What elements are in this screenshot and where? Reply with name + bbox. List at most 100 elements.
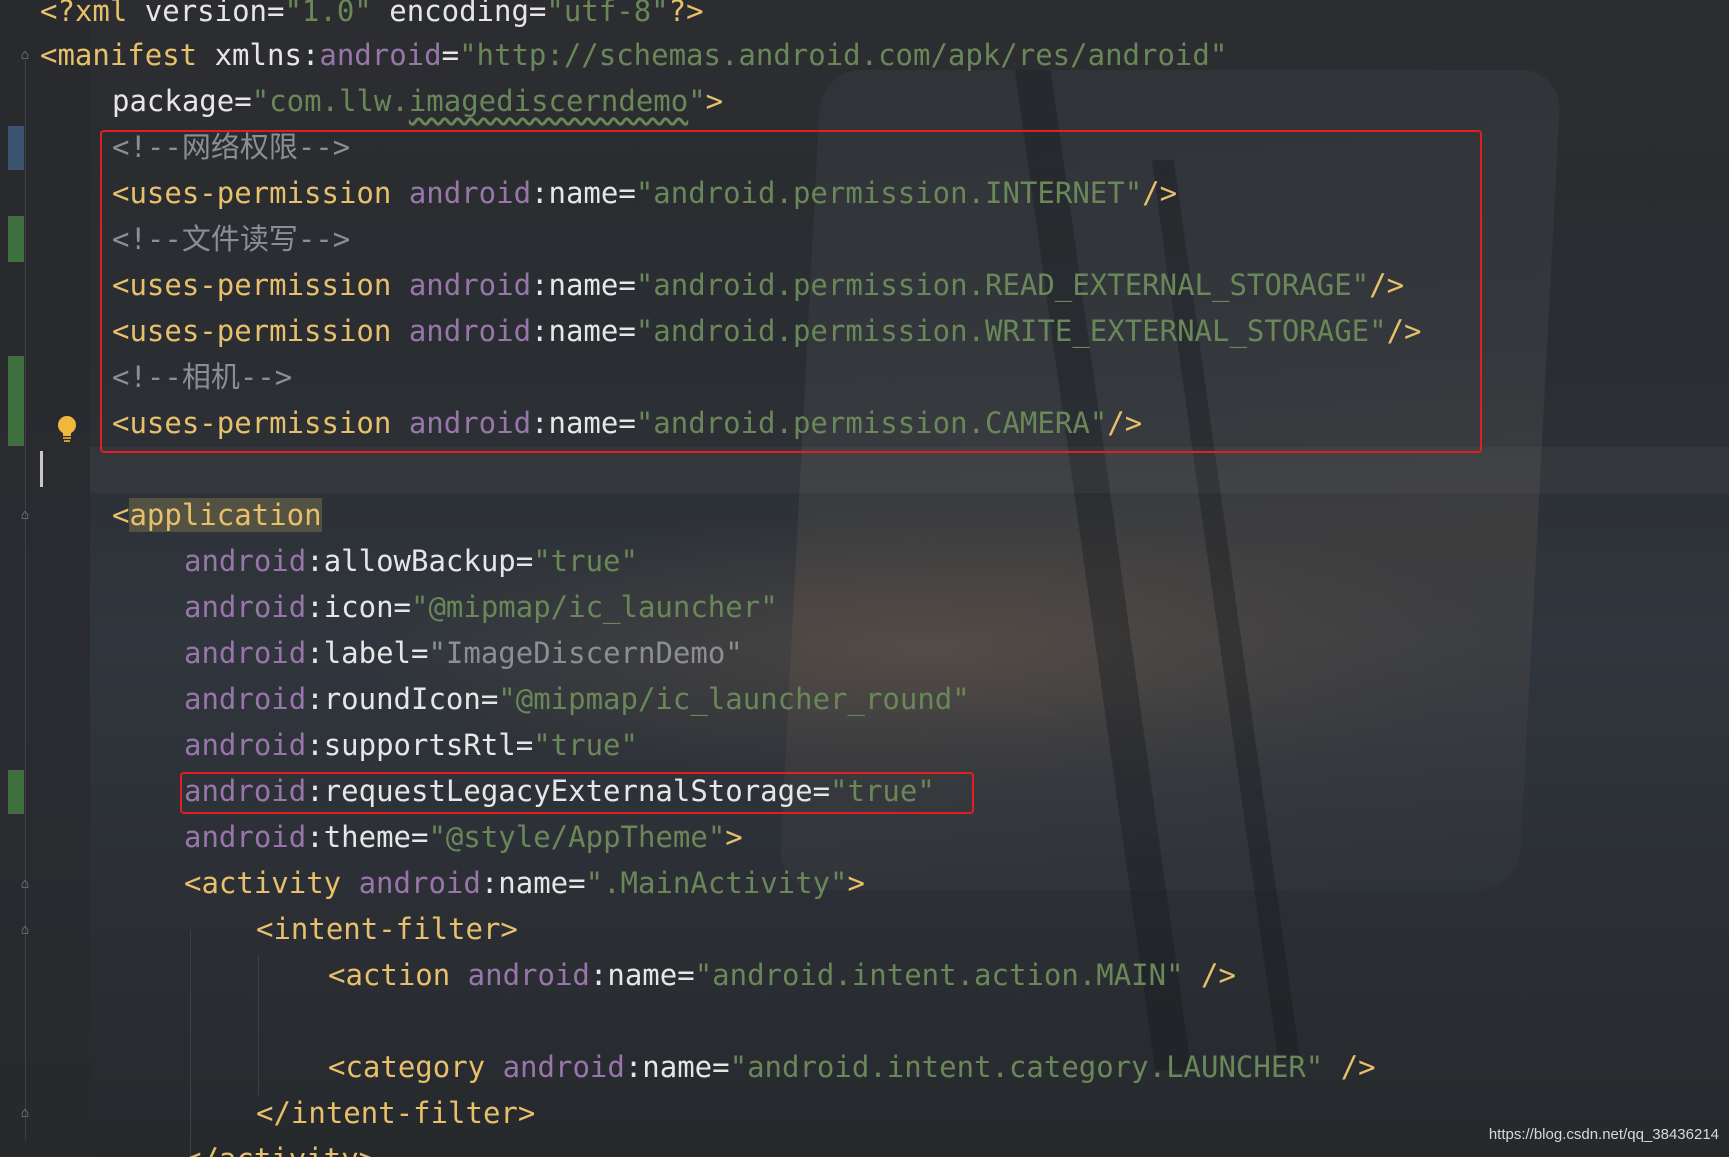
- tag-close: >: [705, 84, 724, 118]
- code-line-application-open[interactable]: <application: [112, 492, 322, 538]
- attr-value: "true": [533, 728, 638, 762]
- attr-value: "ImageDiscernDemo": [428, 636, 743, 670]
- vcs-added-marker[interactable]: [8, 770, 24, 814]
- colon: :: [301, 38, 320, 72]
- indent-guide: [258, 955, 259, 1095]
- code-line-package[interactable]: package="com.llw.imagediscerndemo">: [112, 78, 723, 124]
- equals-sign: =: [441, 38, 460, 72]
- tag-name: </intent-filter>: [256, 1096, 536, 1130]
- attr-value: "android.intent.action.MAIN": [694, 958, 1184, 992]
- code-line-icon[interactable]: android:icon="@mipmap/ic_launcher": [184, 584, 778, 630]
- equals-sign: =: [677, 958, 695, 992]
- attr-value-typo-warning[interactable]: imagediscerndemo: [409, 84, 688, 118]
- attr-name: theme: [323, 820, 411, 854]
- namespace: android: [341, 866, 481, 900]
- vcs-modified-marker[interactable]: [8, 126, 24, 170]
- attr-value: "@style/AppTheme": [428, 820, 726, 854]
- code-line-supports-rtl[interactable]: android:supportsRtl="true": [184, 722, 638, 768]
- tag-name: <manifest: [40, 38, 198, 72]
- attr-value: "android.intent.category.LAUNCHER": [729, 1050, 1324, 1084]
- annotation-box-legacy-storage: [180, 772, 974, 814]
- code-line-category-launcher[interactable]: <category android:name="android.intent.c…: [328, 1044, 1376, 1090]
- colon: :: [306, 682, 324, 716]
- fold-collapse-icon[interactable]: ⌂: [17, 876, 33, 892]
- code-line-intent-filter-open[interactable]: <intent-filter>: [256, 906, 518, 952]
- equals-sign: =: [515, 728, 534, 762]
- equals-sign: =: [515, 544, 534, 578]
- equals-sign: =: [234, 84, 252, 118]
- fold-collapse-icon[interactable]: ⌂: [17, 47, 33, 63]
- equals-sign: =: [411, 636, 429, 670]
- tag-name: <action: [328, 958, 451, 992]
- tag-close: />: [1323, 1050, 1376, 1084]
- equals-sign: =: [393, 590, 411, 624]
- attr-name: supportsRtl: [323, 728, 516, 762]
- namespace: android: [184, 728, 307, 762]
- fold-collapse-icon[interactable]: ⌂: [17, 507, 33, 523]
- colon: :: [480, 866, 499, 900]
- attr-name: xmlns: [197, 38, 302, 72]
- attr-name: version: [127, 0, 267, 28]
- code-line-xml-declaration[interactable]: <?xml version="1.0" encoding="utf-8"?>: [40, 0, 704, 34]
- namespace: android: [485, 1050, 625, 1084]
- colon: :: [306, 636, 324, 670]
- attr-value: "utf-8": [546, 0, 669, 28]
- tag-name: <intent-filter>: [256, 912, 518, 946]
- code-line-round-icon[interactable]: android:roundIcon="@mipmap/ic_launcher_r…: [184, 676, 970, 722]
- equals-sign: =: [528, 0, 547, 28]
- current-line-highlight: [90, 447, 1729, 493]
- code-line-theme[interactable]: android:theme="@style/AppTheme">: [184, 814, 743, 860]
- code-line-action-main[interactable]: <action android:name="android.intent.act…: [328, 952, 1236, 998]
- vcs-added-marker[interactable]: [8, 216, 24, 262]
- code-line-activity-close[interactable]: </activity>: [184, 1136, 376, 1157]
- namespace: android: [184, 544, 307, 578]
- namespace: android: [184, 590, 307, 624]
- colon: :: [306, 820, 324, 854]
- namespace: android: [319, 38, 442, 72]
- equals-sign: =: [712, 1050, 730, 1084]
- tag-name: <activity: [184, 866, 342, 900]
- indent-guide: [190, 930, 191, 1157]
- attr-value: "http://schemas.android.com/apk/res/andr…: [459, 38, 1228, 72]
- attr-name: name: [607, 958, 678, 992]
- attr-name: icon: [323, 590, 394, 624]
- watermark-text: https://blog.csdn.net/qq_38436214: [1488, 1126, 1719, 1143]
- attr-name: name: [498, 866, 569, 900]
- code-line-label[interactable]: android:label="ImageDiscernDemo": [184, 630, 743, 676]
- attr-name: roundIcon: [323, 682, 481, 716]
- colon: :: [306, 544, 324, 578]
- code-line-manifest-open[interactable]: <manifest xmlns:android="http://schemas.…: [40, 32, 1227, 78]
- annotation-box-permissions: [100, 130, 1482, 453]
- intention-bulb-icon[interactable]: [56, 414, 78, 444]
- equals-sign: =: [411, 820, 429, 854]
- tag-name-highlighted: application: [129, 498, 322, 532]
- tag-close: >: [847, 866, 865, 900]
- editor-gutter[interactable]: [0, 0, 90, 1157]
- tag-close: >: [725, 820, 743, 854]
- code-line-activity-open[interactable]: <activity android:name=".MainActivity">: [184, 860, 865, 906]
- attr-value: "@mipmap/ic_launcher_round": [498, 682, 970, 716]
- fold-guide-line: [25, 60, 26, 1140]
- vcs-added-marker[interactable]: [8, 356, 24, 446]
- tag-name: </activity>: [184, 1142, 376, 1157]
- attr-name: label: [323, 636, 411, 670]
- attr-name: package: [112, 84, 235, 118]
- attr-name: name: [642, 1050, 713, 1084]
- attr-name: allowBackup: [323, 544, 516, 578]
- colon: :: [306, 728, 324, 762]
- colon: :: [589, 958, 608, 992]
- tag-open-bracket: <: [112, 498, 130, 532]
- equals-sign: =: [480, 682, 499, 716]
- fold-expand-icon[interactable]: ⌂: [17, 1105, 33, 1121]
- code-line-allow-backup[interactable]: android:allowBackup="true": [184, 538, 638, 584]
- namespace: android: [184, 636, 307, 670]
- code-editor[interactable]: ⌂ ⌂ ⌂ ⌂ ⌂ <?xml version="1.0" encoding="…: [0, 0, 1729, 1157]
- namespace: android: [184, 682, 307, 716]
- fold-collapse-icon[interactable]: ⌂: [17, 922, 33, 938]
- text-caret: [40, 451, 43, 487]
- quote: ": [251, 84, 270, 118]
- code-line-intent-filter-close[interactable]: </intent-filter>: [256, 1090, 535, 1136]
- attr-value: ".MainActivity": [585, 866, 848, 900]
- colon: :: [306, 590, 324, 624]
- attr-value: com.llw.: [269, 84, 409, 118]
